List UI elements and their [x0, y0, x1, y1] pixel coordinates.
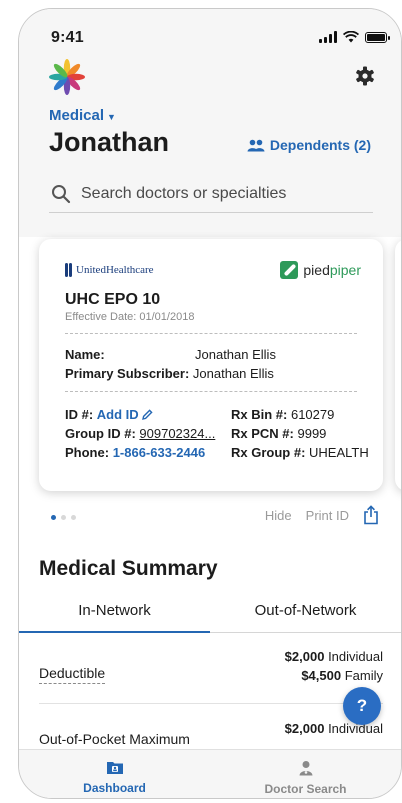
- nav-doctor-search-label: Doctor Search: [264, 782, 347, 796]
- phone-frame: 9:41 Medical ▼ Jonathan Dependents (2) S…: [18, 8, 402, 799]
- help-button[interactable]: ?: [343, 687, 381, 725]
- nav-dashboard-label: Dashboard: [83, 781, 146, 795]
- pied-piper-logo-icon: [280, 261, 299, 279]
- nav-dashboard[interactable]: Dashboard: [19, 750, 210, 798]
- subscriber-value: Jonathan Ellis: [192, 366, 274, 381]
- group-row: Group ID #: 909702324...: [65, 426, 215, 441]
- rx-pcn-value: 9999: [297, 426, 327, 441]
- search-icon: [52, 184, 71, 203]
- deductible-family: $4,500 Family: [301, 668, 383, 683]
- gear-icon[interactable]: [355, 66, 375, 86]
- carousel-dot[interactable]: [51, 515, 56, 520]
- id-label: ID #:: [65, 407, 94, 422]
- rx-pcn-label: Rx PCN #:: [231, 426, 294, 441]
- network-tabs: In-Network Out-of-Network: [19, 589, 401, 633]
- group-label: Group ID #:: [65, 426, 136, 441]
- rx-group-value: UHEALTH: [309, 445, 369, 460]
- id-row: ID #: Add ID: [65, 407, 153, 422]
- add-id-link[interactable]: Add ID: [97, 407, 154, 422]
- group-value[interactable]: 909702324...: [139, 426, 215, 441]
- name-label: Name:: [65, 347, 105, 362]
- add-id-label: Add ID: [96, 407, 139, 422]
- nav-doctor-search[interactable]: Doctor Search: [210, 750, 401, 798]
- card-divider: [65, 333, 357, 334]
- pencil-icon: [142, 409, 153, 420]
- rx-group-label: Rx Group #:: [231, 445, 306, 460]
- row-divider: [39, 703, 383, 704]
- id-card-folder-icon: [106, 762, 123, 774]
- rx-bin-value: 610279: [290, 407, 335, 422]
- insurer-mark-icon: [65, 263, 72, 277]
- partner-name-prefix: pied: [303, 262, 330, 278]
- phone-label: Phone:: [65, 445, 110, 460]
- carousel-dots: [51, 515, 76, 520]
- search-input[interactable]: [81, 184, 361, 203]
- rx-bin-label: Rx Bin #:: [231, 407, 288, 422]
- deductible-individual: $2,000 Individual: [285, 649, 383, 664]
- insurer-name: UnitedHealthcare: [76, 264, 154, 276]
- card-actions: Hide Print ID: [265, 505, 379, 525]
- wifi-icon: [343, 31, 359, 43]
- deductible-label[interactable]: Deductible: [39, 665, 106, 684]
- insurance-id-card[interactable]: UnitedHealthcare piedpiper UHC EPO 10 Ef…: [39, 239, 383, 491]
- dependents-link[interactable]: Dependents (2): [247, 137, 371, 153]
- rx-pcn-row: Rx PCN #: 9999: [231, 426, 326, 441]
- amount: $2,000: [284, 649, 325, 664]
- subscriber-row: Primary Subscriber: Jonathan Ellis: [65, 366, 274, 381]
- name-value: Jonathan Ellis: [195, 347, 276, 362]
- member-name: Jonathan: [49, 127, 170, 157]
- chevron-down-icon: ▼: [107, 111, 116, 122]
- starburst-logo-icon: [49, 59, 85, 95]
- plan-type-label: Medical: [49, 107, 105, 124]
- plan-name: UHC EPO 10: [65, 291, 161, 308]
- tab-out-of-network[interactable]: Out-of-Network: [210, 589, 401, 632]
- partner-name-suffix: piper: [329, 262, 361, 278]
- share-icon[interactable]: [363, 505, 379, 525]
- dependents-label: Dependents (2): [269, 137, 371, 153]
- battery-icon: [365, 31, 390, 43]
- subscriber-label: Primary Subscriber:: [65, 366, 190, 381]
- amount: $4,500: [301, 668, 342, 683]
- rx-group-row: Rx Group #: UHEALTH: [231, 445, 369, 460]
- people-icon: [247, 139, 265, 151]
- plan-type-dropdown[interactable]: Medical ▼: [49, 107, 116, 124]
- search-bar[interactable]: [49, 175, 373, 213]
- rx-bin-row: Rx Bin #: 610279: [231, 407, 334, 422]
- carousel-dot[interactable]: [61, 515, 66, 520]
- signal-icon: [319, 31, 337, 43]
- doctor-icon: [299, 761, 312, 776]
- print-id-button[interactable]: Print ID: [306, 508, 349, 523]
- carousel-dot[interactable]: [71, 515, 76, 520]
- insurer-logo: UnitedHealthcare: [65, 263, 154, 277]
- effective-date: Effective Date: 01/01/2018: [65, 311, 195, 323]
- hide-card-button[interactable]: Hide: [265, 508, 292, 523]
- tab-in-network[interactable]: In-Network: [19, 589, 210, 633]
- amount: $2,000: [284, 721, 325, 736]
- status-icons: [319, 31, 390, 43]
- oop-max-label[interactable]: Out-of-Pocket Maximum: [39, 731, 190, 750]
- next-card-preview[interactable]: [395, 239, 401, 491]
- summary-title: Medical Summary: [39, 557, 218, 580]
- card-divider: [65, 391, 357, 392]
- unit: Family: [344, 668, 383, 683]
- partner-logo: piedpiper: [280, 261, 361, 279]
- phone-link[interactable]: 1-866-633-2446: [113, 445, 206, 460]
- unit: Individual: [328, 649, 383, 664]
- bottom-nav: Dashboard Doctor Search: [19, 749, 401, 798]
- status-time: 9:41: [51, 29, 84, 46]
- name-row: Name:: [65, 347, 105, 362]
- phone-row: Phone: 1-866-633-2446: [65, 445, 205, 460]
